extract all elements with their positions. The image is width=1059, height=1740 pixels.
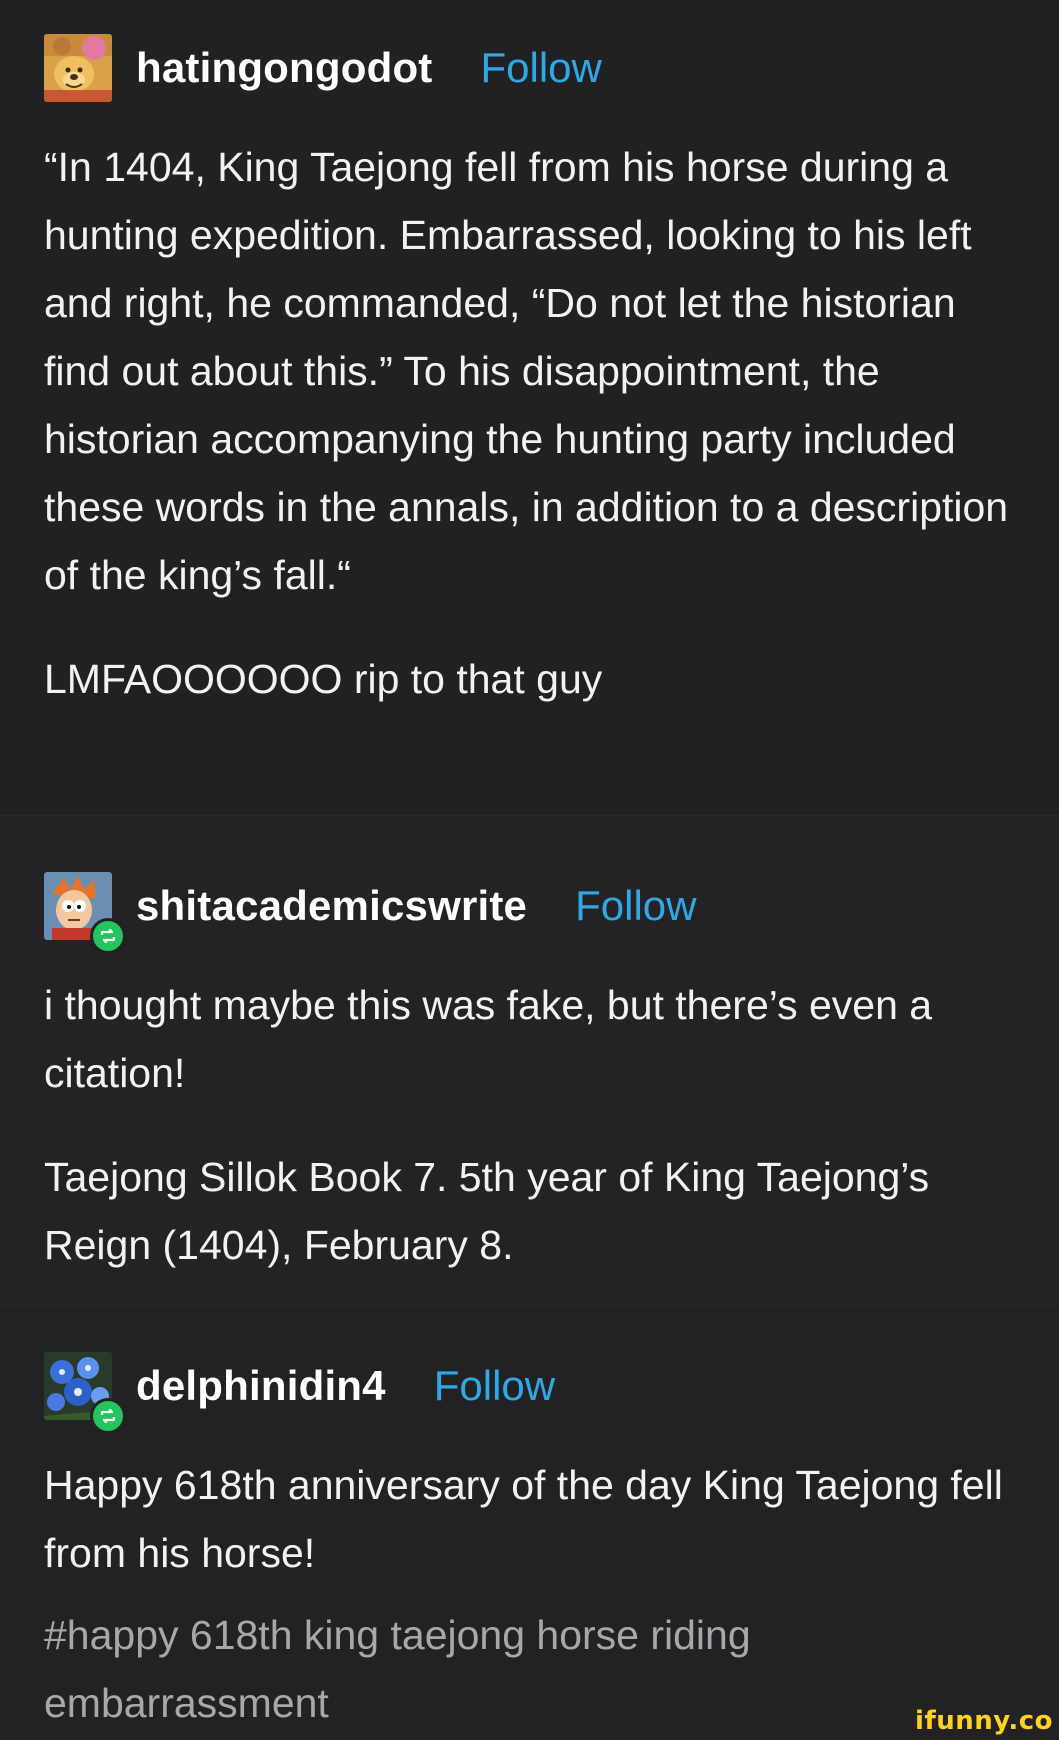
post-tags[interactable]: #happy 618th king taejong horse riding e… [44, 1601, 1015, 1737]
follow-button[interactable]: Follow [575, 882, 696, 930]
reblog-icon [90, 918, 126, 954]
post-hatingongodot: hatingongodot Follow “In 1404, King Taej… [0, 0, 1059, 815]
post-header: shitacademicswrite Follow [44, 871, 1015, 954]
post-paragraph: Taejong Sillok Book 7. 5th year of King … [44, 1154, 941, 1268]
reblog-icon [90, 1398, 126, 1434]
post-paragraph: “In 1404, King Taejong fell from his hor… [44, 144, 1020, 598]
username[interactable]: hatingongodot [136, 44, 433, 92]
username[interactable]: delphinidin4 [136, 1362, 386, 1410]
post-paragraph: Happy 618th anniversary of the day King … [44, 1462, 1015, 1576]
username[interactable]: shitacademicswrite [136, 882, 527, 930]
follow-button[interactable]: Follow [481, 44, 602, 92]
post-paragraph: LMFAOOOOOO rip to that guy [44, 656, 603, 702]
winnie-the-pooh-avatar-icon [44, 34, 112, 102]
post-header: delphinidin4 Follow [44, 1351, 1015, 1434]
post-header: hatingongodot Follow [44, 33, 1015, 103]
avatar[interactable] [44, 1352, 126, 1434]
post-paragraph: i thought maybe this was fake, but there… [44, 982, 944, 1096]
post-shitacademicswrite: shitacademicswrite Follow i thought mayb… [0, 815, 1059, 1305]
avatar[interactable] [44, 34, 112, 102]
post-delphinidin4: delphinidin4 Follow Happy 618th annivers… [0, 1305, 1059, 1740]
follow-button[interactable]: Follow [434, 1362, 555, 1410]
avatar[interactable] [44, 872, 126, 954]
ifunny-watermark: ifunny.co [915, 1706, 1053, 1736]
